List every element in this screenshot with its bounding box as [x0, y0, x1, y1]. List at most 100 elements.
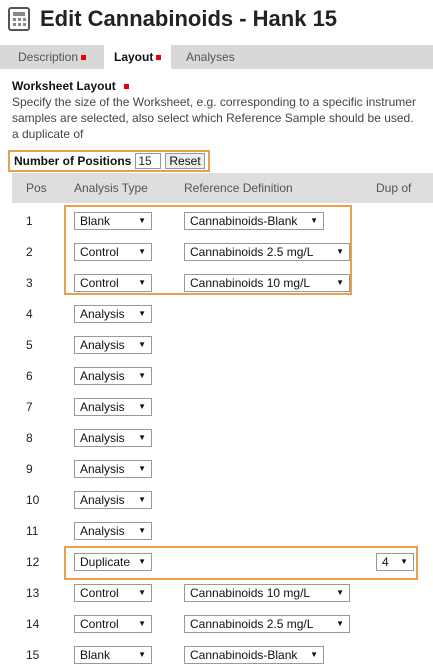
select-value: Analysis [80, 462, 125, 476]
position-number: 10 [26, 493, 40, 507]
section-description: Specify the size of the Worksheet, e.g. … [12, 94, 433, 142]
select-value: Cannabinoids 2.5 mg/L [190, 617, 314, 631]
dropdown-arrow-icon: ▼ [138, 371, 146, 380]
analysis-type-select[interactable]: Analysis ▼ [74, 398, 152, 416]
dropdown-arrow-icon: ▼ [310, 216, 318, 225]
select-value: Analysis [80, 400, 125, 414]
analysis-type-select[interactable]: Duplicate ▼ [74, 553, 152, 571]
table-row: 12 Duplicate ▼ 4 ▼ [12, 547, 433, 578]
required-marker-icon [156, 55, 162, 61]
position-number: 15 [26, 648, 40, 662]
dropdown-arrow-icon: ▼ [336, 278, 344, 287]
table-row: 3 Control ▼ Cannabinoids 10 mg/L ▼ [12, 268, 433, 299]
table-row: 14 Control ▼ Cannabinoids 2.5 mg/L ▼ [12, 609, 433, 640]
table-row: 10 Analysis ▼ [12, 485, 433, 516]
dropdown-arrow-icon: ▼ [138, 495, 146, 504]
header-reference-definition: Reference Definition [184, 181, 293, 195]
section-title: Worksheet Layout [12, 79, 129, 93]
reference-definition-select[interactable]: Cannabinoids-Blank ▼ [184, 212, 324, 230]
select-value: Cannabinoids 2.5 mg/L [190, 245, 314, 259]
analysis-type-select[interactable]: Analysis ▼ [74, 367, 152, 385]
tab-label: Layout [114, 50, 154, 64]
table-row: 11 Analysis ▼ [12, 516, 433, 547]
analysis-type-select[interactable]: Analysis ▼ [74, 491, 152, 509]
reference-definition-select[interactable]: Cannabinoids 10 mg/L ▼ [184, 584, 350, 602]
positions-input[interactable]: 15 [135, 153, 162, 169]
positions-label: Number of Positions [14, 154, 132, 168]
select-value: Control [80, 586, 119, 600]
table-row: 5 Analysis ▼ [12, 330, 433, 361]
select-value: Cannabinoids 10 mg/L [190, 586, 311, 600]
table-row: 7 Analysis ▼ [12, 392, 433, 423]
tab-label: Analyses [186, 50, 235, 64]
dropdown-arrow-icon: ▼ [138, 619, 146, 628]
table-row: 1 Blank ▼ Cannabinoids-Blank ▼ [12, 206, 433, 237]
reference-definition-select[interactable]: Cannabinoids 10 mg/L ▼ [184, 274, 350, 292]
dropdown-arrow-icon: ▼ [138, 526, 146, 535]
page-title: Edit Cannabinoids - Hank 15 [40, 6, 338, 31]
dropdown-arrow-icon: ▼ [138, 247, 146, 256]
table-row: 8 Analysis ▼ [12, 423, 433, 454]
dropdown-arrow-icon: ▼ [138, 557, 146, 566]
tab-analyses[interactable]: Analyses [176, 45, 245, 69]
section-title-text: Worksheet Layout [12, 79, 116, 93]
select-value: Blank [80, 214, 111, 228]
analysis-type-select[interactable]: Analysis ▼ [74, 336, 152, 354]
tab-layout[interactable]: Layout [104, 45, 172, 69]
description-line: a duplicate of [12, 127, 84, 141]
header-analysis-type: Analysis Type [74, 181, 148, 195]
position-number: 8 [26, 431, 33, 445]
required-marker-icon [123, 84, 129, 90]
analysis-type-select[interactable]: Analysis ▼ [74, 522, 152, 540]
header-dup-of: Dup of [376, 181, 412, 195]
table-row: 4 Analysis ▼ [12, 299, 433, 330]
reference-definition-select[interactable]: Cannabinoids 2.5 mg/L ▼ [184, 243, 350, 261]
analysis-type-select[interactable]: Blank ▼ [74, 212, 152, 230]
reference-definition-select[interactable]: Cannabinoids-Blank ▼ [184, 646, 324, 664]
duplicate-of-select[interactable]: 4 ▼ [376, 553, 414, 571]
analysis-type-select[interactable]: Analysis ▼ [74, 460, 152, 478]
reference-definition-select[interactable]: Cannabinoids 2.5 mg/L ▼ [184, 615, 350, 633]
position-number: 11 [26, 524, 39, 538]
tab-label: Description [18, 50, 79, 64]
select-value: Analysis [80, 369, 125, 383]
dropdown-arrow-icon: ▼ [138, 464, 146, 473]
analysis-type-select[interactable]: Control ▼ [74, 274, 152, 292]
dropdown-arrow-icon: ▼ [138, 309, 146, 318]
tab-description[interactable]: Description [8, 45, 96, 69]
dropdown-arrow-icon: ▼ [138, 402, 146, 411]
select-value: Cannabinoids-Blank [190, 648, 298, 662]
description-line: samples are selected, also select which … [12, 111, 414, 125]
analysis-type-select[interactable]: Blank ▼ [74, 646, 152, 664]
dropdown-arrow-icon: ▼ [138, 650, 146, 659]
table-row: 9 Analysis ▼ [12, 454, 433, 485]
analysis-type-select[interactable]: Control ▼ [74, 584, 152, 602]
position-number: 2 [26, 245, 33, 259]
dropdown-arrow-icon: ▼ [336, 619, 344, 628]
select-value: Control [80, 617, 119, 631]
select-value: Control [80, 245, 119, 259]
select-value: Analysis [80, 307, 125, 321]
table-row: 2 Control ▼ Cannabinoids 2.5 mg/L ▼ [12, 237, 433, 268]
positions-control: Number of Positions 15 Reset [8, 150, 210, 172]
table-row: 15 Blank ▼ Cannabinoids-Blank ▼ [12, 640, 433, 671]
select-value: 4 [382, 555, 389, 569]
dropdown-arrow-icon: ▼ [310, 650, 318, 659]
dropdown-arrow-icon: ▼ [336, 247, 344, 256]
position-number: 6 [26, 369, 33, 383]
position-number: 7 [26, 400, 33, 414]
reset-button[interactable]: Reset [165, 153, 205, 169]
analysis-type-select[interactable]: Analysis ▼ [74, 429, 152, 447]
position-number: 9 [26, 462, 33, 476]
analysis-type-select[interactable]: Control ▼ [74, 615, 152, 633]
analysis-type-select[interactable]: Analysis ▼ [74, 305, 152, 323]
dropdown-arrow-icon: ▼ [138, 340, 146, 349]
dropdown-arrow-icon: ▼ [138, 216, 146, 225]
worksheet-icon [8, 7, 30, 31]
dropdown-arrow-icon: ▼ [138, 433, 146, 442]
analysis-type-select[interactable]: Control ▼ [74, 243, 152, 261]
position-number: 4 [26, 307, 33, 321]
position-number: 12 [26, 555, 40, 569]
position-number: 3 [26, 276, 33, 290]
select-value: Analysis [80, 524, 125, 538]
